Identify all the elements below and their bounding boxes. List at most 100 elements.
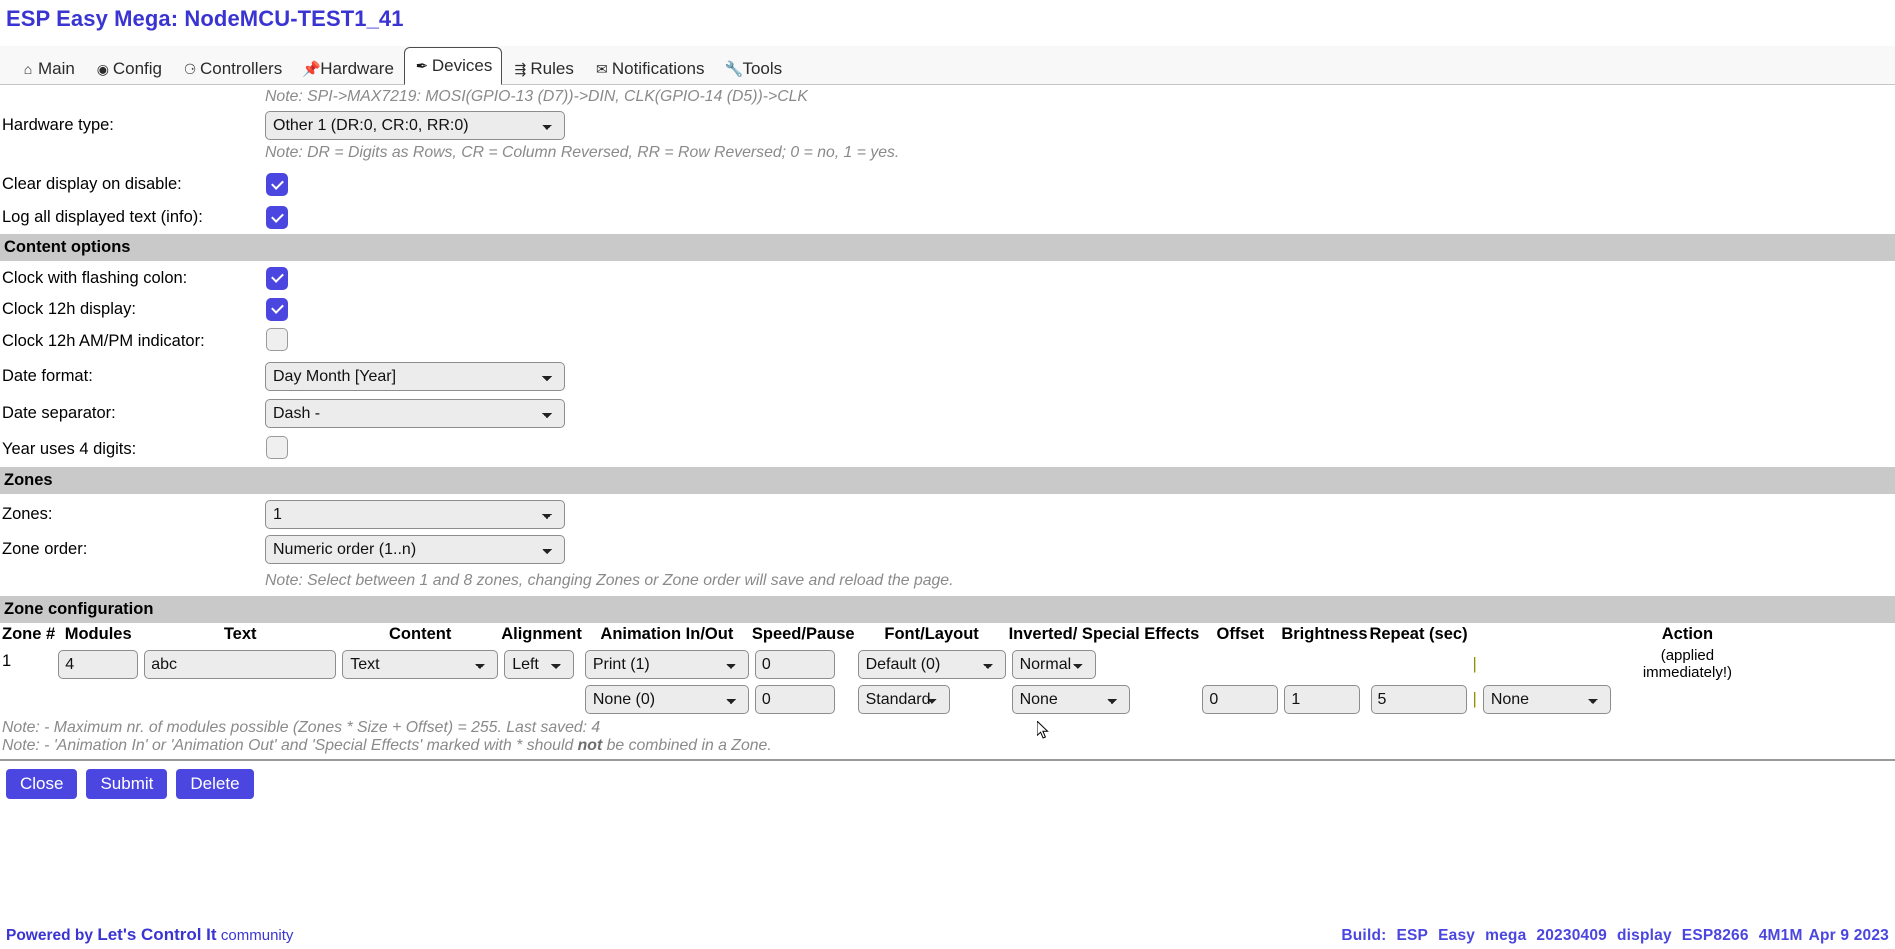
page-footer: Powered by Let's Control It community Bu… <box>0 925 1895 945</box>
tab-notifications[interactable]: ✉ Notifications <box>584 52 715 85</box>
col-offset: Offset <box>1216 625 1265 643</box>
animation-note: Note: - 'Animation In' or 'Animation Out… <box>0 737 1895 755</box>
layout-select[interactable]: Standard <box>857 685 950 714</box>
build-part-3: 20230409 <box>1536 927 1607 944</box>
special-effects-select[interactable]: None <box>1011 685 1130 714</box>
action-select[interactable]: None <box>1482 685 1611 714</box>
chat-icon: ⚆ <box>183 61 197 77</box>
zone-text-input[interactable] <box>144 650 337 679</box>
clear-display-label: Clear display on disable: <box>2 175 182 193</box>
zones-select[interactable]: 1 <box>265 499 565 529</box>
action-cell: None <box>1480 683 1895 716</box>
zone-order-select[interactable]: Numeric order (1..n) <box>265 535 565 564</box>
spi-note: Note: SPI->MAX7219: MOSI(GPIO-13 (D7))->… <box>265 88 808 105</box>
flashing-colon-checkbox[interactable] <box>266 266 288 290</box>
tab-label: Rules <box>530 59 574 78</box>
animation-note-post: be combined in a Zone. <box>602 737 772 754</box>
date-separator-label: Date separator: <box>2 404 116 422</box>
plug-icon: ✒ <box>415 57 429 75</box>
envelope-icon: ✉ <box>595 61 608 77</box>
page-root: ESP Easy Mega: NodeMCU-TEST1_41 ⌂ Main ◉… <box>0 0 1895 949</box>
close-button[interactable]: Close <box>6 769 78 799</box>
font-cell: Default (0) <box>855 646 1009 683</box>
animation-out-select[interactable]: None (0) <box>584 685 749 714</box>
date-format-select[interactable]: Day Month [Year] <box>265 362 565 391</box>
tab-controllers[interactable]: ⚆ Controllers <box>172 52 292 85</box>
year-4-digits-row: Year uses 4 digits: <box>0 432 1895 467</box>
tab-label: Config <box>112 59 162 78</box>
tab-label: Controllers <box>200 59 283 78</box>
content-select[interactable]: Text <box>342 650 499 679</box>
col-brightness: Brightness <box>1281 625 1368 643</box>
zones-note: Note: Select between 1 and 8 zones, chan… <box>265 572 954 589</box>
section-zones: Zones <box>0 467 1895 494</box>
speed-input[interactable] <box>754 650 835 679</box>
inverted-select[interactable]: Normal <box>1011 650 1096 679</box>
tab-config[interactable]: ◉ Config <box>85 52 172 85</box>
tab-hardware[interactable]: 📌 Hardware <box>292 52 404 85</box>
text-cell-empty <box>141 683 339 716</box>
tab-label: Main <box>38 59 75 78</box>
pause-cell <box>752 683 855 716</box>
hardware-type-row: Hardware type: Other 1 (DR:0, CR:0, RR:0… <box>0 106 1895 144</box>
clock-12h-row: Clock 12h display: <box>0 293 1895 325</box>
alignment-select[interactable]: Left <box>504 650 575 679</box>
tab-label: Devices <box>431 56 493 75</box>
pause-input[interactable] <box>754 685 835 714</box>
tab-devices[interactable]: ✒ Devices <box>403 47 503 85</box>
flashing-colon-label: Clock with flashing colon: <box>2 268 188 287</box>
submit-button[interactable]: Submit <box>86 769 168 799</box>
offset-input[interactable] <box>1202 685 1279 714</box>
row-separator: | <box>1472 655 1477 673</box>
date-separator-select[interactable]: Dash - <box>265 399 565 428</box>
build-part-4: display <box>1616 927 1672 944</box>
pin-icon: 📌 <box>302 60 321 78</box>
build-part-6: 4M1M <box>1758 927 1803 944</box>
modules-cell <box>55 646 141 683</box>
powered-by: Powered by Let's Control It community <box>6 925 293 945</box>
clock-12h-label: Clock 12h display: <box>2 299 136 318</box>
ampm-indicator-label: Clock 12h AM/PM indicator: <box>2 332 205 350</box>
col-animation: Animation In/Out <box>600 625 734 643</box>
clock-12h-checkbox[interactable] <box>266 297 288 321</box>
animation-in-select[interactable]: Print (1) <box>584 650 749 679</box>
date-format-label: Date format: <box>2 367 93 385</box>
page-title: ESP Easy Mega: NodeMCU-TEST1_41 <box>6 6 404 31</box>
log-text-checkbox[interactable] <box>266 206 288 230</box>
main-navigation: ⌂ Main ◉ Config ⚆ Controllers 📌 Hardware… <box>0 46 1895 85</box>
font-select[interactable]: Default (0) <box>857 650 1006 679</box>
form-actions: Close Submit Delete <box>0 761 1895 799</box>
build-label: Build: <box>1341 927 1387 944</box>
col-alignment: Alignment <box>501 625 582 643</box>
tab-label: Tools <box>742 59 783 78</box>
brand-link[interactable]: Let's Control It <box>97 925 216 944</box>
ampm-indicator-row: Clock 12h AM/PM indicator: <box>0 325 1895 358</box>
modules-input[interactable] <box>58 650 139 679</box>
ampm-indicator-checkbox[interactable] <box>266 327 288 351</box>
clear-display-checkbox[interactable] <box>266 173 288 197</box>
date-separator-row: Date separator: Dash - <box>0 395 1895 432</box>
brightness-input[interactable] <box>1284 685 1361 714</box>
tab-rules[interactable]: ⇶ Rules <box>502 52 583 85</box>
delete-button[interactable]: Delete <box>176 769 254 799</box>
tab-main[interactable]: ⌂ Main <box>10 52 85 85</box>
animation-in-cell: Print (1) <box>582 646 752 683</box>
col-speed: Speed/Pause <box>751 625 855 643</box>
repeat-input[interactable] <box>1370 685 1467 714</box>
dr-note: Note: DR = Digits as Rows, CR = Column R… <box>265 144 900 161</box>
date-format-row: Date format: Day Month [Year] <box>0 358 1895 395</box>
powered-prefix: Powered by <box>6 927 93 944</box>
home-icon: ⌂ <box>23 61 33 77</box>
build-part-0: ESP <box>1396 927 1429 944</box>
col-text: Text <box>223 625 257 643</box>
action-note-line1: (applied <box>1660 647 1715 664</box>
zone-number: 1 <box>2 652 12 670</box>
section-zone-configuration: Zone configuration <box>0 596 1895 623</box>
wrench-icon: 🔧 <box>724 60 744 78</box>
brightness-cell-empty <box>1281 646 1367 683</box>
hardware-type-select[interactable]: Other 1 (DR:0, CR:0, RR:0) <box>265 110 565 140</box>
col-modules: Modules <box>64 625 132 643</box>
year-4-digits-checkbox[interactable] <box>266 435 288 459</box>
offset-cell-empty <box>1199 646 1281 683</box>
tab-tools[interactable]: 🔧 Tools <box>714 52 792 85</box>
